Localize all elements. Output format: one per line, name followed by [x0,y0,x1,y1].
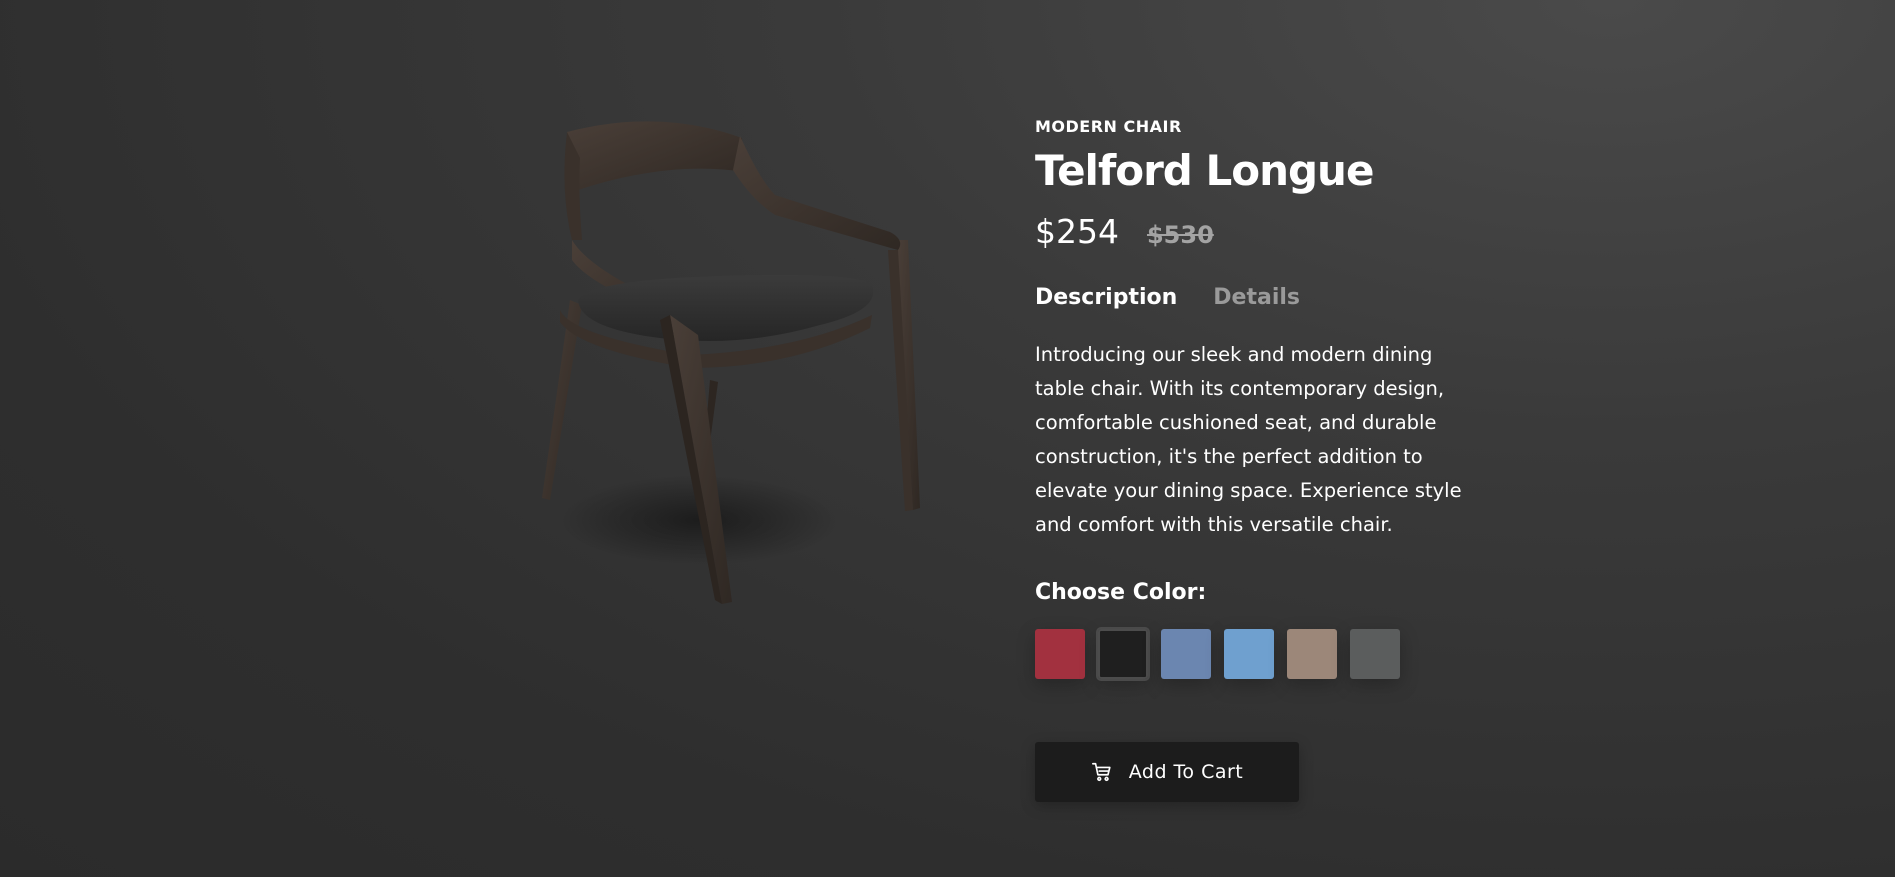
color-swatch-light-blue[interactable] [1224,629,1274,680]
product-image [520,100,940,620]
add-to-cart-button[interactable]: Add To Cart [1035,742,1299,803]
add-to-cart-label: Add To Cart [1128,761,1244,784]
color-swatch-red[interactable] [1035,629,1085,680]
product-tabs: Description Details [1035,285,1475,310]
color-swatch-black[interactable] [1096,627,1150,682]
product-description: Introducing our sleek and modern dining … [1035,343,1462,537]
original-price: $530 [1146,221,1214,250]
color-picker-label: Choose Color: [1035,580,1207,606]
product-info: MODERN CHAIR Telford Longue $254 $530 De… [1035,117,1475,803]
color-swatches [1035,627,1475,682]
cart-icon [1091,761,1113,783]
color-swatch-taupe[interactable] [1287,629,1337,680]
product-category: MODERN CHAIR [1035,117,1182,136]
color-swatch-grey[interactable] [1350,629,1400,680]
price-row: $254 $530 [1035,212,1475,251]
product-title: Telford Longue [1035,146,1374,195]
current-price: $254 [1035,212,1119,252]
color-swatch-denim[interactable] [1161,629,1211,680]
tab-description[interactable]: Description [1035,285,1177,310]
tab-details[interactable]: Details [1213,285,1300,310]
